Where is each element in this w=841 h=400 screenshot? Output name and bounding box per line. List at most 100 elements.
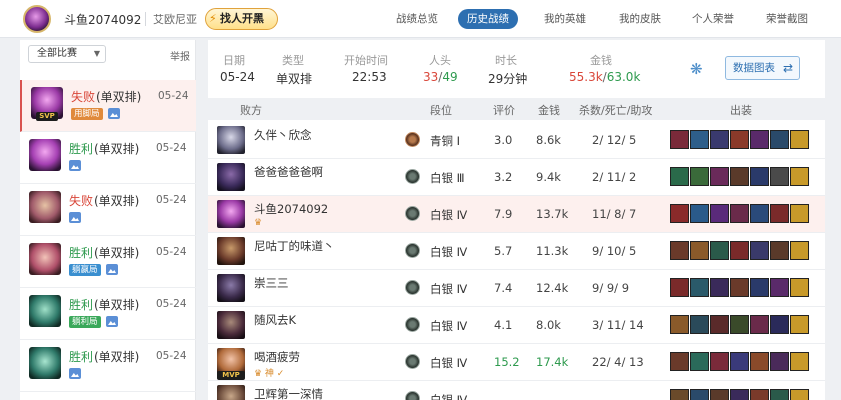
player-name[interactable]: 斗鱼2074092 (254, 201, 328, 217)
item-icon[interactable] (670, 204, 689, 223)
report-link[interactable]: 举报 (170, 48, 190, 63)
item-icon[interactable] (770, 241, 789, 260)
player-name[interactable]: 久伴丶欣念 (254, 127, 312, 143)
rank-icon (405, 391, 420, 400)
item-icon[interactable] (790, 352, 809, 371)
screenshot-icon[interactable] (106, 264, 118, 275)
item-icon[interactable] (790, 167, 809, 186)
item-icon[interactable] (730, 278, 749, 297)
table-row[interactable]: 卫辉第一深情 白银 Ⅳ (208, 381, 825, 400)
item-icon[interactable] (790, 241, 809, 260)
item-icon[interactable] (730, 352, 749, 371)
item-icon[interactable] (710, 204, 729, 223)
item-icon[interactable] (690, 167, 709, 186)
table-row[interactable]: 斗鱼2074092 ♛ 白银 Ⅳ 7.9 13.7k 11/ 8/ 7 (208, 196, 825, 233)
item-icon[interactable] (690, 278, 709, 297)
screenshot-icon[interactable] (69, 368, 81, 379)
water-drop-icon[interactable]: ❋ (690, 60, 708, 80)
item-icon[interactable] (770, 389, 789, 400)
item-icon[interactable] (790, 389, 809, 400)
item-icon[interactable] (670, 167, 689, 186)
item-icon[interactable] (790, 278, 809, 297)
player-name[interactable]: 随风去K (254, 312, 296, 328)
match-item[interactable]: 胜利 (单双排) 05-24 躺利局 (20, 288, 196, 340)
data-chart-button[interactable]: 数据图表 ⇄ (725, 56, 800, 80)
match-item[interactable]: 胜利 (单双排) 05-24 (20, 132, 196, 184)
item-icon[interactable] (770, 315, 789, 334)
item-icon[interactable] (770, 278, 789, 297)
item-icon[interactable] (750, 130, 769, 149)
item-icon[interactable] (750, 167, 769, 186)
item-icon[interactable] (670, 389, 689, 400)
player-name[interactable]: 卫辉第一深情 (254, 386, 323, 400)
item-icon[interactable] (710, 352, 729, 371)
item-icon[interactable] (750, 352, 769, 371)
match-filter-select[interactable]: 全部比赛 ▼ (28, 45, 106, 63)
tab-overview[interactable]: 战绩总览 (396, 11, 438, 26)
item-icon[interactable] (790, 130, 809, 149)
item-icon[interactable] (750, 241, 769, 260)
item-icon[interactable] (730, 241, 749, 260)
player-name[interactable]: 爸爸爸爸爸啊 (254, 164, 323, 180)
table-row[interactable]: 爸爸爸爸爸啊 白银 Ⅲ 3.2 9.4k 2/ 11/ 2 (208, 159, 825, 196)
champion-icon (29, 295, 61, 327)
item-icon[interactable] (670, 315, 689, 334)
item-icon[interactable] (790, 204, 809, 223)
match-item[interactable]: 胜利 (单双排) 05-24 躺赢局 (20, 236, 196, 288)
table-row[interactable]: 崇三三 白银 Ⅳ 7.4 12.4k 9/ 9/ 9 (208, 270, 825, 307)
screenshot-icon[interactable] (106, 316, 118, 327)
item-icon[interactable] (730, 204, 749, 223)
item-icon[interactable] (730, 389, 749, 400)
table-row[interactable]: MVP 喝酒疲劳 ♛ 神 ✓ 白银 Ⅳ 15.2 17.4k 22/ 4/ 13 (208, 344, 825, 381)
item-icon[interactable] (770, 130, 789, 149)
player-name[interactable]: 尼咕丁的味道丶 (254, 238, 335, 254)
item-icon[interactable] (710, 241, 729, 260)
tab-history[interactable]: 历史战绩 (458, 9, 518, 29)
table-row[interactable]: 尼咕丁的味道丶 白银 Ⅳ 5.7 11.3k 9/ 10/ 5 (208, 233, 825, 270)
player-name[interactable]: 喝酒疲劳 (254, 349, 300, 365)
tab-my-skins[interactable]: 我的皮肤 (619, 11, 661, 26)
item-icon[interactable] (670, 278, 689, 297)
item-icon[interactable] (710, 315, 729, 334)
match-item[interactable]: 胜利 (单双排) 05-24 (20, 340, 196, 392)
item-icon[interactable] (770, 167, 789, 186)
item-icon[interactable] (710, 167, 729, 186)
item-icon[interactable] (710, 130, 729, 149)
table-row[interactable]: 久伴丶欣念 青铜 Ⅰ 3.0 8.6k 2/ 12/ 5 (208, 122, 825, 159)
item-icon[interactable] (750, 315, 769, 334)
item-icon[interactable] (770, 352, 789, 371)
item-icon[interactable] (790, 315, 809, 334)
item-icon[interactable] (670, 130, 689, 149)
match-item[interactable]: 失败 (单双排) 05-24 (20, 184, 196, 236)
item-icon[interactable] (710, 389, 729, 400)
player-avatar[interactable] (23, 5, 51, 33)
item-icon[interactable] (750, 278, 769, 297)
item-icon[interactable] (690, 241, 709, 260)
match-mode: (单双排) (96, 90, 142, 104)
item-icon[interactable] (690, 204, 709, 223)
header-items: 出装 (730, 104, 752, 117)
item-icon[interactable] (750, 389, 769, 400)
table-row[interactable]: 随风去K 白银 Ⅳ 4.1 8.0k 3/ 11/ 14 (208, 307, 825, 344)
item-icon[interactable] (690, 315, 709, 334)
item-icon[interactable] (690, 352, 709, 371)
screenshot-icon[interactable] (69, 160, 81, 171)
screenshot-icon[interactable] (108, 108, 120, 119)
item-icon[interactable] (670, 241, 689, 260)
tab-honor-screenshots[interactable]: 荣誉截图 (766, 11, 808, 26)
item-icon[interactable] (770, 204, 789, 223)
match-item[interactable]: SVP 失败 (单双排) 05-24 用脚局 (20, 80, 196, 132)
tab-honor[interactable]: 个人荣誉 (692, 11, 734, 26)
screenshot-icon[interactable] (69, 212, 81, 223)
item-icon[interactable] (730, 167, 749, 186)
tab-my-heroes[interactable]: 我的英雄 (544, 11, 586, 26)
item-icon[interactable] (730, 315, 749, 334)
item-icon[interactable] (730, 130, 749, 149)
item-icon[interactable] (690, 130, 709, 149)
find-teammate-button[interactable]: ⚡ 找人开黑 (205, 8, 278, 30)
item-icon[interactable] (690, 389, 709, 400)
item-icon[interactable] (670, 352, 689, 371)
player-name[interactable]: 崇三三 (254, 275, 289, 291)
item-icon[interactable] (750, 204, 769, 223)
item-icon[interactable] (710, 278, 729, 297)
